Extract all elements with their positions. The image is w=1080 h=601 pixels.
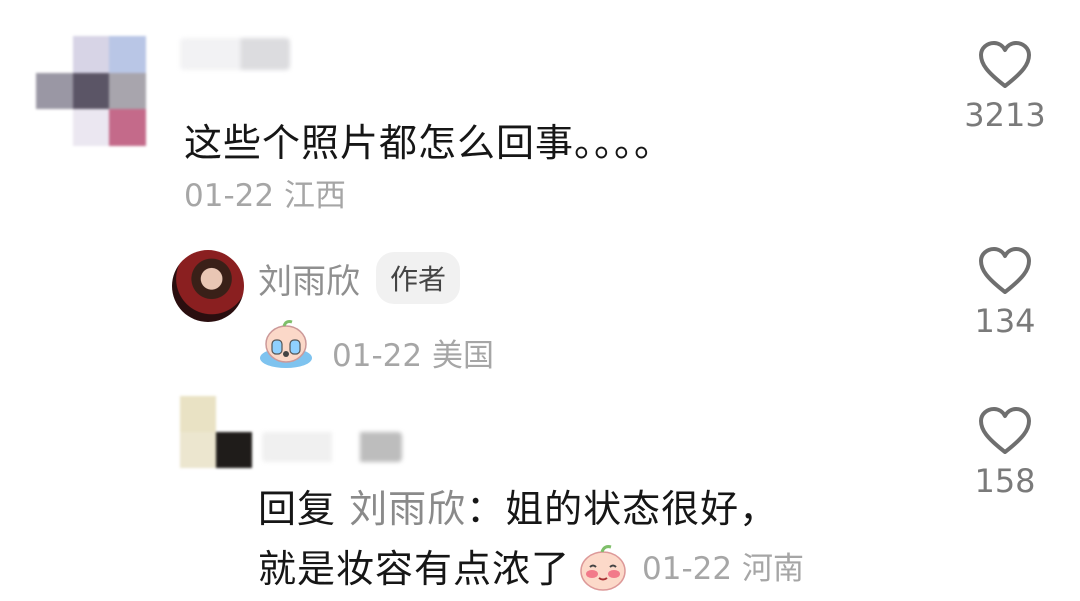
user-avatar[interactable]	[36, 36, 146, 146]
reply-location: 河南	[741, 551, 804, 587]
like-button[interactable]: 134	[960, 246, 1050, 340]
user-avatar[interactable]	[180, 396, 252, 468]
reply-date: 01-22	[642, 551, 733, 587]
like-button[interactable]: 3213	[960, 40, 1050, 134]
blushing-sticker	[576, 541, 630, 591]
reply-prefix: 回复	[258, 487, 337, 531]
reply-text-2: 就是妆容有点浓了	[258, 547, 571, 591]
author-date: 01-22	[332, 338, 423, 374]
heart-outline-icon	[979, 247, 1031, 294]
reply-line-2: 就是妆容有点浓了 01-22 河南	[258, 538, 804, 593]
comment-location: 江西	[283, 178, 346, 214]
comment-text: 这些个照片都怎么回事。。。。	[184, 121, 674, 165]
reply-line-1: 回复 刘雨欣：姐的状态很好，	[258, 478, 778, 533]
author-location: 美国	[431, 338, 494, 374]
like-count: 158	[974, 462, 1036, 500]
like-count: 134	[974, 302, 1036, 340]
heart-outline-icon	[979, 407, 1031, 454]
crying-sticker	[258, 318, 314, 370]
author-line: 刘雨欣 作者	[258, 252, 461, 304]
username-blurred[interactable]	[180, 38, 290, 70]
heart-outline-icon	[979, 41, 1031, 88]
username-blurred[interactable]	[262, 432, 402, 462]
author-badge: 作者	[376, 252, 461, 304]
like-button[interactable]: 158	[960, 406, 1050, 500]
reply-meta: 01-22 河南	[642, 543, 804, 588]
comment-date: 01-22	[184, 178, 275, 214]
author-meta: 01-22 美国	[332, 330, 494, 375]
reply-to-username[interactable]: 刘雨欣	[349, 487, 466, 531]
author-avatar[interactable]	[172, 250, 244, 322]
author-username[interactable]: 刘雨欣	[258, 254, 360, 303]
like-count: 3213	[964, 96, 1046, 134]
comment-meta: 01-22 江西	[184, 170, 346, 215]
reply-text-1: ：姐的状态很好，	[466, 487, 779, 531]
